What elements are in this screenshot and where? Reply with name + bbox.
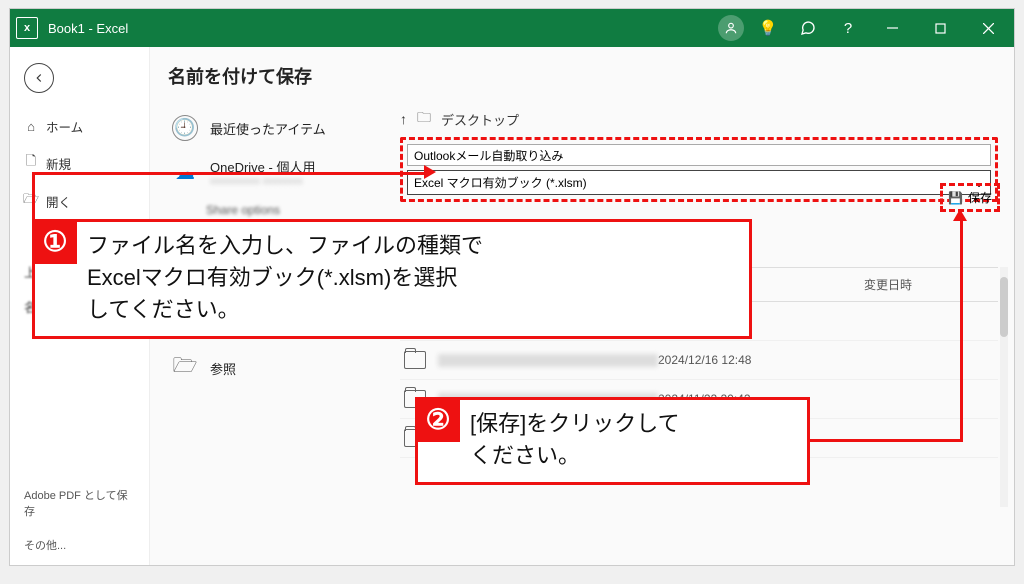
annotation-step1: ① ファイル名を入力し、ファイルの種類で Excelマクロ有効ブック(*.xls… (32, 219, 752, 339)
back-button[interactable] (24, 63, 54, 93)
loc-browse-label: 参照 (210, 359, 236, 378)
new-icon: 🗋 (24, 152, 38, 174)
annotation-badge-1: ① (33, 220, 77, 264)
help-icon[interactable]: ? (832, 9, 864, 47)
save-button[interactable]: 💾 保存 (940, 183, 1000, 212)
folder-path-icon: 🗀 (417, 107, 431, 131)
excel-app-icon: x (16, 17, 38, 39)
col-date-header[interactable]: 変更日時 (864, 276, 994, 293)
annotation-step1-line1: ファイル名を入力し、ファイルの種類で (87, 230, 735, 262)
loc-recent-label: 最近使ったアイテム (210, 119, 326, 138)
account-avatar[interactable] (718, 15, 744, 41)
home-icon: ⌂ (24, 119, 38, 134)
up-arrow-icon[interactable]: ↑ (400, 111, 407, 127)
filename-input[interactable] (407, 144, 991, 166)
page-title: 名前を付けて保存 (168, 63, 1010, 89)
window-title: Book1 - Excel (48, 21, 718, 36)
save-icon: 💾 (948, 191, 963, 205)
scrollbar-thumb[interactable] (1000, 277, 1008, 337)
nav-adobe-pdf[interactable]: Adobe PDF として保存 (24, 487, 135, 519)
table-row[interactable]: 2024/12/16 12:48 (400, 341, 998, 380)
save-button-label: 保存 (968, 189, 992, 206)
loc-browse[interactable]: 🗁 参照 (168, 347, 396, 389)
nav-home[interactable]: ⌂ ホーム (10, 111, 149, 142)
nav-home-label: ホーム (46, 117, 83, 136)
annotation-badge-2: ② (416, 398, 460, 442)
recent-icon: 🕘 (172, 115, 198, 141)
filetype-dropdown[interactable]: Excel マクロ有効ブック (*.xlsm) ⌄ (407, 170, 991, 195)
filename-filetype-box: Excel マクロ有効ブック (*.xlsm) ⌄ (400, 137, 998, 202)
share-options-label: Share options (206, 203, 396, 217)
nav-new-label: 新規 (46, 154, 71, 173)
lightbulb-icon[interactable]: 💡 (752, 9, 784, 47)
close-button[interactable] (968, 9, 1008, 47)
annotation-step1-line2: Excelマクロ有効ブック(*.xlsm)を選択 (87, 262, 735, 294)
folder-icon (404, 351, 426, 369)
loc-onedrive-sub: xxxxxxxxxx xxxxxxxx (210, 176, 315, 187)
open-icon: 🗁 (24, 190, 38, 212)
filetype-value: Excel マクロ有効ブック (*.xlsm) (414, 174, 587, 191)
browse-icon: 🗁 (172, 355, 198, 381)
minimize-button[interactable] (872, 9, 912, 47)
nav-open[interactable]: 🗁 開く (10, 184, 149, 218)
file-date: 2024/12/16 12:48 (658, 353, 788, 367)
titlebar: x Book1 - Excel 💡 ? (10, 9, 1014, 47)
maximize-button[interactable] (920, 9, 960, 47)
nav-other[interactable]: その他... (24, 537, 135, 553)
annotation-step2: ② [保存]をクリックして ください。 (415, 397, 810, 485)
annotation-step1-line3: してください。 (87, 294, 735, 326)
nav-open-label: 開く (46, 192, 71, 211)
annotation-step2-line2: ください。 (470, 440, 793, 472)
path-location[interactable]: デスクトップ (441, 110, 519, 129)
file-name-redacted (438, 354, 658, 367)
annotation-step2-line1: [保存]をクリックして (470, 408, 793, 440)
loc-recent[interactable]: 🕘 最近使ったアイテム (168, 107, 396, 149)
scrollbar[interactable] (1000, 267, 1008, 507)
feedback-icon[interactable] (792, 9, 824, 47)
